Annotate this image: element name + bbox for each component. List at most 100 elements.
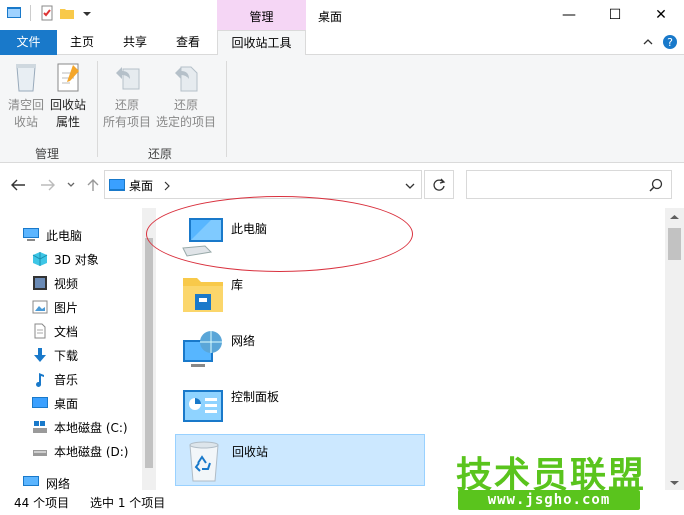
desktop-icon [32,397,48,408]
watermark-url: www.jsgho.com [458,490,640,510]
empty-label-1: 清空回 [7,98,44,112]
window-controls: — ☐ ✕ [546,0,684,30]
tab-share[interactable]: 共享 [114,30,156,55]
chevron-down-icon[interactable] [405,182,415,190]
annotation-oval [146,196,413,272]
sidebar-item-label: 图片 [54,300,79,315]
restore-all-button[interactable]: 还原 所有项目 [102,61,152,131]
list-item[interactable]: 控制面板 [175,380,425,432]
back-arrow-icon[interactable] [10,178,26,192]
up-arrow-icon[interactable] [86,178,100,192]
sidebar-item-drive-c[interactable]: 本地磁盘 (C:) [32,416,128,438]
restore-selected-button[interactable]: 还原 选定的项目 [154,61,218,131]
quick-access-toolbar [6,5,95,21]
search-box[interactable] [466,170,672,199]
pictures-icon [32,300,48,314]
sidebar-item-label: 此电脑 [46,228,83,243]
chevron-down-icon[interactable] [79,5,95,21]
help-icon[interactable]: ? [662,34,678,50]
group-label-restore: 还原 [148,147,173,161]
sidebar-item-videos[interactable]: 视频 [32,272,78,294]
restore-all-label-2: 所有项目 [102,115,151,129]
tab-file[interactable]: 文件 [0,30,57,55]
svg-text:?: ? [667,36,673,49]
sidebar-scroll-thumb[interactable] [145,238,153,468]
music-icon [36,373,44,387]
tab-view[interactable]: 查看 [167,30,209,55]
file-name: 网络 [231,334,256,348]
tab-home[interactable]: 主页 [61,30,103,55]
properties-icon [57,63,79,92]
empty-label-2: 收站 [13,115,38,129]
recent-locations-chevron-icon[interactable] [66,181,76,189]
sidebar-item-drive-d[interactable]: 本地磁盘 (D:) [32,440,128,462]
sidebar-item-music[interactable]: 音乐 [32,368,78,390]
restore-selected-label-2: 选定的项目 [155,115,216,129]
minimize-button[interactable]: — [546,0,592,30]
sidebar-item-3d-objects[interactable]: 3D 对象 [32,248,99,270]
window-icon[interactable] [6,5,22,21]
empty-recycle-bin-button[interactable]: 清空回 收站 [6,61,46,131]
recycle-bin-properties-button[interactable]: 回收站 属性 [48,61,88,131]
network-icon [23,476,39,486]
sidebar-item-label: 本地磁盘 (C:) [54,420,128,435]
props-label-2: 属性 [55,115,80,129]
recycle-bin-icon [189,441,219,482]
sidebar-item-label: 文档 [54,324,79,339]
refresh-button[interactable] [424,170,454,199]
sidebar-item-downloads[interactable]: 下载 [32,344,78,366]
sidebar-item-pictures[interactable]: 图片 [32,296,78,318]
sidebar-item-label: 桌面 [54,396,79,411]
sidebar-item-label: 下载 [54,348,79,363]
scroll-up-arrow-icon[interactable] [668,212,681,222]
address-bar[interactable]: 桌面 [104,170,422,199]
list-item-selected[interactable]: 回收站 [175,434,425,486]
network-icon [183,331,222,367]
maximize-button[interactable]: ☐ [592,0,638,30]
props-label-1: 回收站 [49,98,86,112]
file-list-scroll-thumb[interactable] [668,228,681,260]
ribbon-tabs: 文件 主页 共享 查看 回收站工具 ? [0,30,684,56]
sidebar-item-label: 网络 [46,476,71,491]
sidebar-item-label: 3D 对象 [54,252,99,267]
computer-icon [23,228,39,241]
close-button[interactable]: ✕ [638,0,684,30]
restore-selected-label-1: 还原 [173,98,198,112]
chevron-right-icon[interactable] [163,181,171,191]
ribbon-right-controls: ? [642,34,678,50]
address-location[interactable]: 桌面 [129,177,153,194]
windows-drive-icon [33,421,47,433]
sidebar-item-desktop[interactable]: 桌面 [32,392,78,414]
refresh-icon [433,178,446,191]
sidebar-item-this-pc[interactable]: 此电脑 [22,224,82,246]
file-name: 回收站 [232,445,269,459]
list-item[interactable]: 库 [175,268,425,320]
sidebar-item-label: 本地磁盘 (D:) [54,444,129,459]
ribbon-panel: 清空回 收站 回收站 属性 管理 还原 所有项目 还原 选定的项目 还原 [0,55,684,163]
search-icon [649,178,663,192]
list-item[interactable]: 网络 [175,324,425,376]
recycle-bin-empty-icon [16,64,36,92]
restore-selected-icon [175,66,198,92]
documents-icon [34,323,46,339]
chevron-up-icon[interactable] [642,36,654,48]
download-icon [34,348,46,362]
qat-separator [30,5,31,21]
drive-icon [33,450,47,456]
library-folder-icon [183,278,223,312]
new-folder-icon[interactable] [59,5,75,21]
restore-all-label-1: 还原 [114,98,139,112]
group-separator [226,61,227,157]
properties-icon[interactable] [39,5,55,21]
tab-recycle-bin-tools[interactable]: 回收站工具 [217,30,306,56]
sidebar-item-label: 音乐 [54,372,79,387]
navigation-pane: 此电脑 3D 对象 视频 图片 文档 下载 音乐 桌面 本地磁盘 (C:) 本地… [0,208,156,491]
group-label-manage: 管理 [35,147,60,161]
title-bar: 管理 桌面 — ☐ ✕ [0,0,684,30]
desktop-icon [109,179,125,191]
window-title: 桌面 [318,10,343,24]
forward-arrow-icon[interactable] [40,178,56,192]
file-name: 库 [231,278,244,292]
sidebar-item-documents[interactable]: 文档 [32,320,78,342]
sidebar-item-label: 视频 [54,276,79,291]
